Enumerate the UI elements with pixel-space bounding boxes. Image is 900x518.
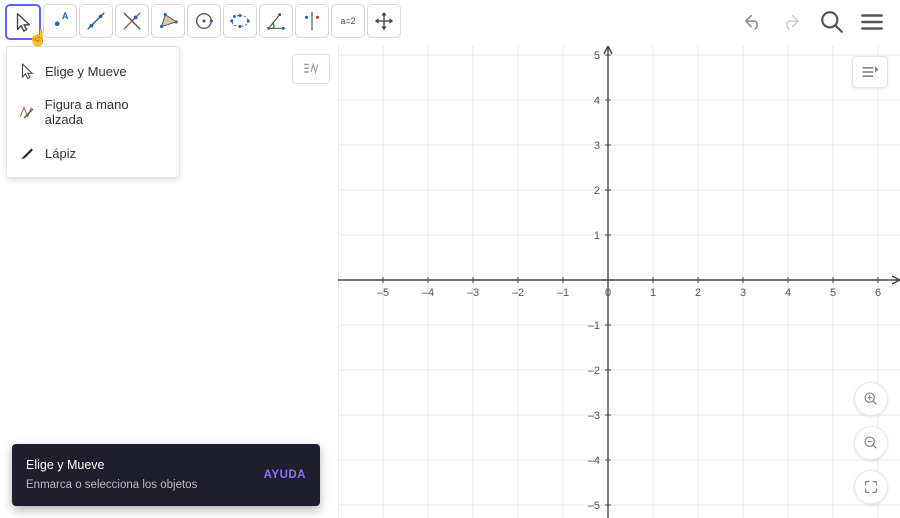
tool-move-view[interactable]: [367, 4, 401, 38]
reflect-icon: [301, 10, 323, 32]
zoom-out-icon: [863, 435, 879, 451]
undo-button[interactable]: [737, 7, 767, 37]
tool-conic[interactable]: [223, 4, 257, 38]
pen-icon: [17, 143, 37, 163]
graphics-view[interactable]: –5 –4 –3 –2 –1 0 1 2 3 4 5 6 –5 –4 –3 –2 –1 1 2 3 4 5: [338, 46, 900, 518]
perpendicular-icon: [121, 10, 143, 32]
graphics-settings-button[interactable]: [852, 56, 888, 88]
angle-icon: [265, 10, 287, 32]
svg-text:5: 5: [594, 50, 600, 62]
tool-circle[interactable]: [187, 4, 221, 38]
tooltip-title: Elige y Mueve: [26, 456, 197, 475]
svg-text:–4: –4: [588, 455, 600, 467]
fullscreen-icon: [863, 479, 879, 495]
menu-button[interactable]: [857, 7, 887, 37]
svg-text:3: 3: [740, 287, 746, 299]
svg-text:2: 2: [594, 185, 600, 197]
svg-text:4: 4: [594, 95, 600, 107]
svg-text:1: 1: [650, 287, 656, 299]
svg-text:–2: –2: [588, 365, 600, 377]
tooltip-desc: Enmarca o selecciona los objetos: [26, 477, 197, 494]
tool-angle[interactable]: [259, 4, 293, 38]
settings-icon: [860, 62, 880, 82]
dropdown-item-move[interactable]: Elige y Mueve: [7, 53, 179, 89]
svg-text:–3: –3: [588, 410, 600, 422]
toolbar: A: [0, 0, 900, 44]
circle-icon: [193, 10, 215, 32]
dropdown-item-freehand[interactable]: Figura a mano alzada: [7, 89, 179, 135]
sort-icon: [300, 60, 322, 78]
tool-group: A: [5, 4, 401, 40]
svg-text:–3: –3: [467, 287, 479, 299]
svg-text:–4: –4: [422, 287, 434, 299]
svg-text:1: 1: [594, 230, 600, 242]
search-icon: [819, 9, 845, 35]
polygon-icon: [157, 10, 179, 32]
svg-text:0: 0: [605, 287, 611, 299]
svg-text:3: 3: [594, 140, 600, 152]
svg-text:4: 4: [785, 287, 791, 299]
svg-text:6: 6: [875, 287, 881, 299]
zoom-in-button[interactable]: [854, 382, 888, 416]
svg-text:2: 2: [695, 287, 701, 299]
point-icon: A: [49, 10, 71, 32]
tool-move[interactable]: [5, 4, 41, 40]
move-view-icon: [373, 10, 395, 32]
tooltip-help-link[interactable]: AYUDA: [264, 469, 306, 481]
tool-dropdown: Elige y Mueve Figura a mano alzada Lápiz: [6, 46, 180, 178]
cursor-icon: [12, 11, 34, 33]
svg-text:A: A: [62, 11, 69, 21]
line-icon: [85, 10, 107, 32]
zoom-in-icon: [863, 391, 879, 407]
freehand-icon: [17, 102, 37, 122]
sort-button[interactable]: [292, 54, 330, 84]
tool-slider-label: a=2: [340, 16, 355, 26]
tool-tooltip: Elige y Mueve Enmarca o selecciona los o…: [12, 444, 320, 506]
tool-perpendicular[interactable]: [115, 4, 149, 38]
dropdown-item-label: Figura a mano alzada: [45, 97, 169, 127]
tool-polygon[interactable]: [151, 4, 185, 38]
home-zoom-button[interactable]: [854, 470, 888, 504]
redo-button[interactable]: [777, 7, 807, 37]
cursor-icon: [17, 61, 37, 81]
dropdown-item-pen[interactable]: Lápiz: [7, 135, 179, 171]
search-button[interactable]: [817, 7, 847, 37]
tool-line[interactable]: [79, 4, 113, 38]
tool-slider[interactable]: a=2: [331, 4, 365, 38]
conic-icon: [229, 10, 251, 32]
svg-text:–1: –1: [557, 287, 569, 299]
zoom-out-button[interactable]: [854, 426, 888, 460]
tool-transform[interactable]: [295, 4, 329, 38]
undo-icon: [741, 11, 763, 33]
svg-text:–2: –2: [512, 287, 524, 299]
svg-text:–1: –1: [588, 320, 600, 332]
svg-text:–5: –5: [588, 500, 600, 512]
dropdown-item-label: Lápiz: [45, 146, 76, 161]
svg-text:–5: –5: [377, 287, 389, 299]
redo-icon: [781, 11, 803, 33]
dropdown-item-label: Elige y Mueve: [45, 64, 127, 79]
hamburger-icon: [859, 9, 885, 35]
svg-text:5: 5: [830, 287, 836, 299]
grid: –5 –4 –3 –2 –1 0 1 2 3 4 5 6 –5 –4 –3 –2 –1 1 2 3 4 5: [338, 46, 900, 518]
tool-point[interactable]: A: [43, 4, 77, 38]
